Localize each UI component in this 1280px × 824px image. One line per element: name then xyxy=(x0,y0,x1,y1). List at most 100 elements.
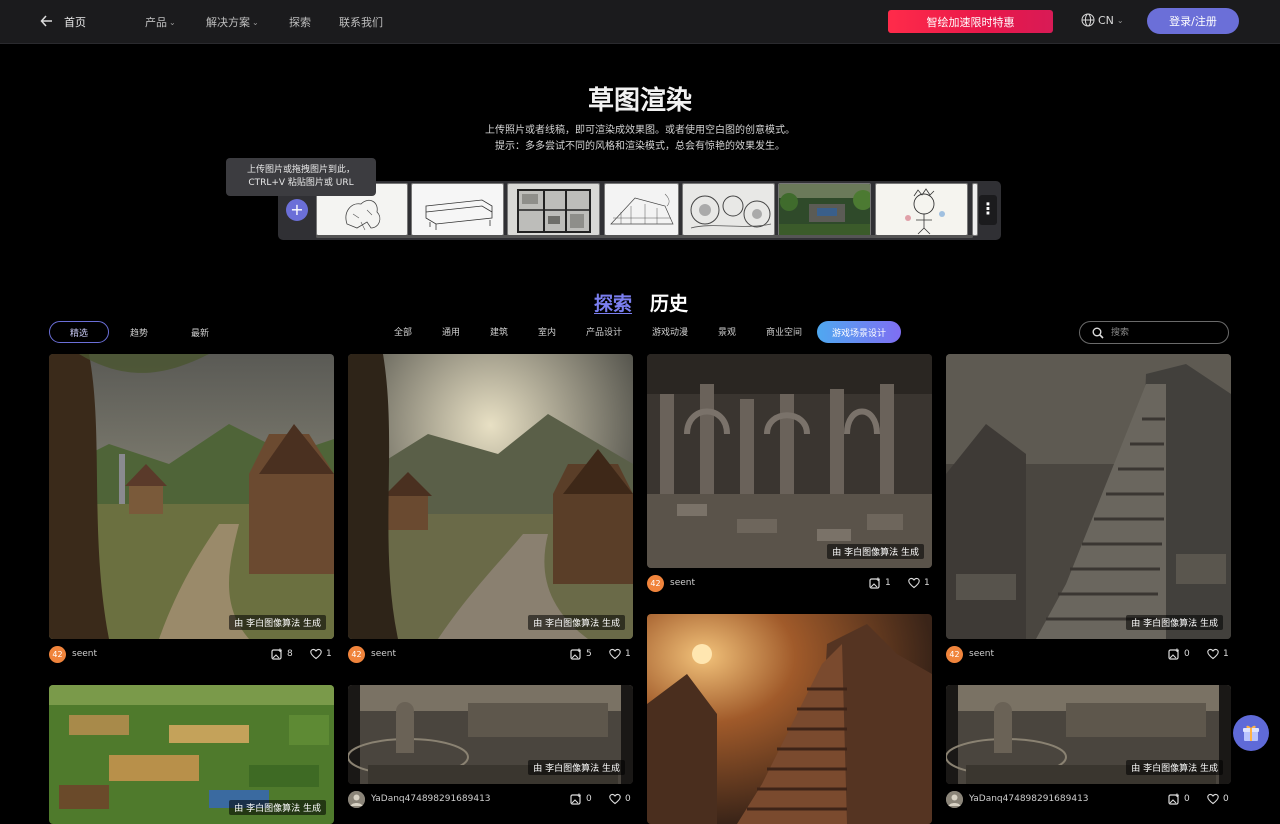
tab-history[interactable]: 历史 xyxy=(650,289,688,316)
card-image[interactable]: 由 李白图像算法 生成 xyxy=(946,685,1231,784)
like-count[interactable]: 0 xyxy=(1207,793,1229,805)
card-meta: YaDanq474898291689413 0 0 xyxy=(946,791,1230,809)
search-icon[interactable] xyxy=(1092,327,1104,339)
sunset-stone-stairs-image xyxy=(647,614,932,824)
card-image[interactable]: 由 李白图像算法 生成 xyxy=(49,685,334,824)
author-name[interactable]: seent xyxy=(969,649,994,659)
nav-products[interactable]: 产品 ⌄ xyxy=(145,14,176,30)
strip-scrollbar[interactable] xyxy=(316,235,973,238)
sketch-sample-strip: + ⋮ xyxy=(278,181,1001,240)
more-vertical-icon[interactable]: ⋮ xyxy=(979,195,997,225)
nav-home-link[interactable]: 首页 xyxy=(64,14,86,30)
image-count-value: 1 xyxy=(885,578,891,588)
category-commercial-space[interactable]: 商业空间 xyxy=(766,325,802,338)
avatar[interactable]: 42 xyxy=(946,646,963,663)
category-product-design[interactable]: 产品设计 xyxy=(586,325,622,338)
like-count[interactable]: 1 xyxy=(1207,648,1229,660)
watermark-label: 由 李白图像算法 生成 xyxy=(528,615,625,630)
avatar[interactable]: 42 xyxy=(348,646,365,663)
heart-icon xyxy=(609,648,621,660)
card-image[interactable]: 由 李白图像算法 生成 xyxy=(946,354,1231,639)
category-architecture[interactable]: 建筑 xyxy=(490,325,508,338)
avatar-photo-image xyxy=(946,791,963,808)
filter-selected[interactable]: 精选 xyxy=(49,321,109,343)
like-count[interactable]: 1 xyxy=(310,648,332,660)
heart-icon xyxy=(1207,793,1219,805)
gift-button[interactable] xyxy=(1233,715,1269,751)
language-selector[interactable]: CN ⌄ xyxy=(1081,13,1124,27)
category-general[interactable]: 通用 xyxy=(442,325,460,338)
sample-photo-garden[interactable] xyxy=(778,183,871,236)
village-sunset-image xyxy=(348,354,633,639)
avatar[interactable] xyxy=(946,791,963,808)
watermark-label: 由 李白图像算法 生成 xyxy=(1126,615,1223,630)
category-game-scene-design[interactable]: 游戏场景设计 xyxy=(817,321,901,343)
image-plus-icon xyxy=(271,648,282,660)
promo-button[interactable]: 智绘加速限时特惠 xyxy=(888,10,1053,33)
sample-sketch-floorplan[interactable] xyxy=(507,183,600,236)
image-count[interactable]: 1 xyxy=(869,577,891,589)
author-name[interactable]: seent xyxy=(72,649,97,659)
card-meta: 42 seent 1 1 xyxy=(647,575,931,593)
like-count[interactable]: 1 xyxy=(609,648,631,660)
category-interior[interactable]: 室内 xyxy=(538,325,556,338)
login-button[interactable]: 登录/注册 xyxy=(1147,8,1239,34)
globe-icon xyxy=(1081,13,1095,27)
author-name[interactable]: YaDanq474898291689413 xyxy=(371,794,491,804)
image-count[interactable]: 5 xyxy=(570,648,592,660)
sketch-building-image xyxy=(605,184,678,235)
sample-sketch-siteplan[interactable] xyxy=(682,183,775,236)
sample-sketch-character[interactable] xyxy=(875,183,968,236)
watermark-label: 由 李白图像算法 生成 xyxy=(528,760,625,775)
nav-products-label: 产品 xyxy=(145,16,167,29)
card-image[interactable]: 由 李白图像算法 生成 xyxy=(348,685,633,784)
hero-tip: 提示：多多尝试不同的风格和渲染模式，总会有惊艳的效果发生。 xyxy=(495,141,785,152)
category-all[interactable]: 全部 xyxy=(394,325,412,338)
card-image[interactable]: 由 李白图像算法 生成 xyxy=(647,354,932,568)
nav-explore[interactable]: 探索 xyxy=(289,14,311,30)
garden-photo-image xyxy=(779,184,870,235)
card-meta: YaDanq474898291689413 0 0 xyxy=(348,791,632,809)
image-plus-icon xyxy=(570,648,581,660)
sample-sketch-partial[interactable] xyxy=(972,183,978,236)
sketch-sofa-image xyxy=(412,184,503,235)
chevron-down-icon: ⌄ xyxy=(169,17,176,27)
search-input[interactable] xyxy=(1111,326,1221,340)
avatar[interactable] xyxy=(348,791,365,808)
nav-contact[interactable]: 联系我们 xyxy=(339,14,383,30)
hero-description: 上传照片或者线稿，即可渲染成效果图。或者使用空白图的创意模式。 xyxy=(485,125,795,136)
image-count[interactable]: 0 xyxy=(1168,648,1190,660)
filter-latest[interactable]: 最新 xyxy=(191,326,209,339)
nav-solutions[interactable]: 解决方案 ⌄ xyxy=(206,14,259,30)
card-image[interactable] xyxy=(647,614,932,824)
arrow-left-icon[interactable] xyxy=(40,13,54,29)
tab-explore[interactable]: 探索 xyxy=(594,289,632,316)
sample-sketch-building[interactable] xyxy=(604,183,679,236)
image-count[interactable]: 0 xyxy=(1168,793,1190,805)
avatar[interactable]: 42 xyxy=(647,575,664,592)
category-game-anime[interactable]: 游戏动漫 xyxy=(652,325,688,338)
author-name[interactable]: seent xyxy=(371,649,396,659)
image-count[interactable]: 8 xyxy=(271,648,293,660)
filter-trending[interactable]: 趋势 xyxy=(130,326,148,339)
nav-contact-label: 联系我们 xyxy=(339,16,383,29)
like-count-value: 0 xyxy=(1223,794,1229,804)
card-image[interactable]: 由 李白图像算法 生成 xyxy=(348,354,633,639)
category-landscape[interactable]: 景观 xyxy=(718,325,736,338)
watermark-label: 由 李白图像算法 生成 xyxy=(229,800,326,815)
upload-button[interactable]: + xyxy=(286,199,308,221)
author-name[interactable]: YaDanq474898291689413 xyxy=(969,794,1089,804)
author-name[interactable]: seent xyxy=(670,578,695,588)
page-title: 草图渲染 xyxy=(587,86,692,116)
heart-icon xyxy=(1207,648,1219,660)
like-count[interactable]: 0 xyxy=(609,793,631,805)
upload-tooltip: 上传图片或拖拽图片到此， CTRL+V 粘贴图片或 URL xyxy=(226,158,376,196)
like-count[interactable]: 1 xyxy=(908,577,930,589)
stone-stairs-image xyxy=(946,354,1231,639)
card-image[interactable]: 由 李白图像算法 生成 xyxy=(49,354,334,639)
avatar[interactable]: 42 xyxy=(49,646,66,663)
image-count[interactable]: 0 xyxy=(570,793,592,805)
like-count-value: 1 xyxy=(924,578,930,588)
watermark-label: 由 李白图像算法 生成 xyxy=(1126,760,1223,775)
sample-sketch-sofa[interactable] xyxy=(411,183,504,236)
